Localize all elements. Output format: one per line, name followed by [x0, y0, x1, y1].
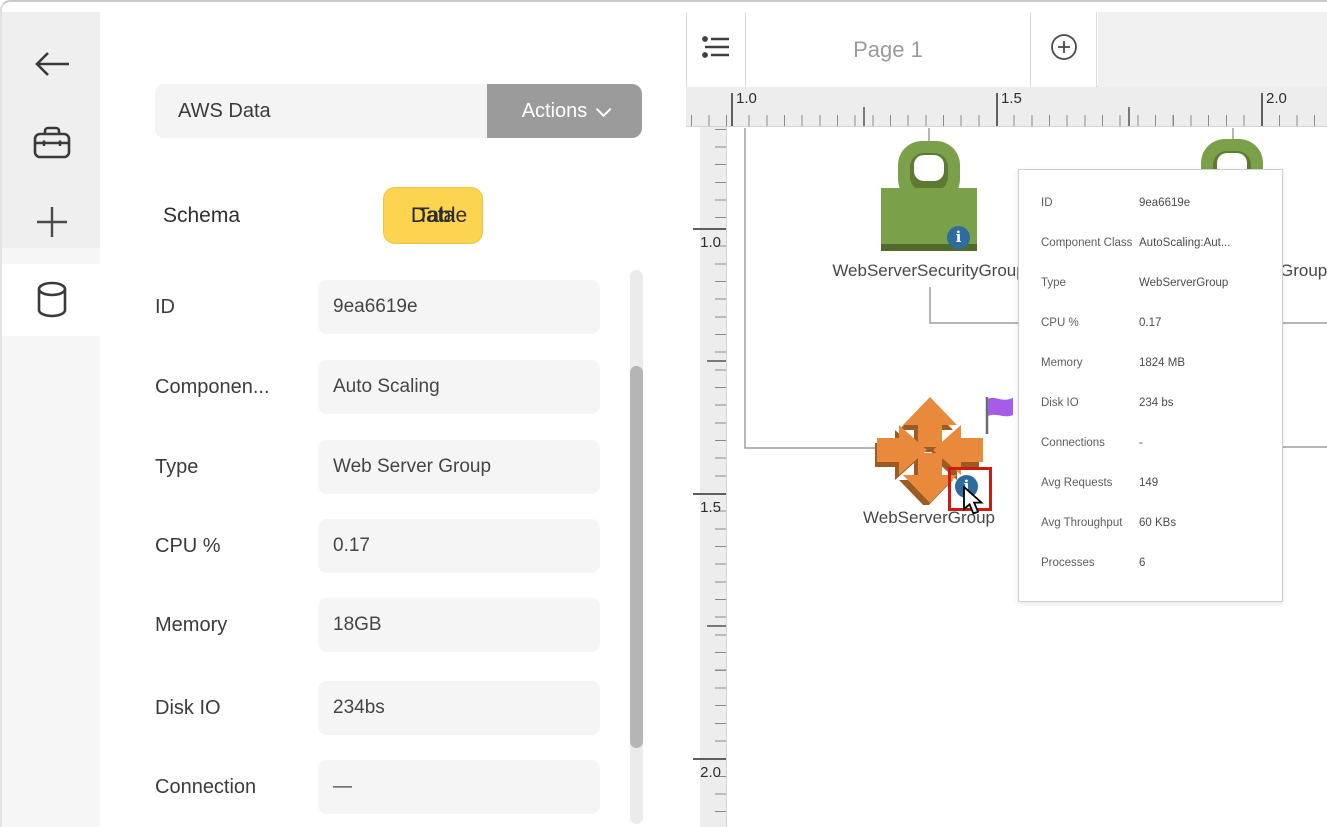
field-value-id[interactable]: 9ea6619e	[318, 280, 600, 334]
tooltip-row: ID9ea6619e	[1019, 183, 1282, 223]
field-value-component[interactable]: Auto Scaling	[318, 360, 600, 414]
field-value-cpu[interactable]: 0.17	[318, 519, 600, 573]
dataset-name-input[interactable]: AWS Data	[155, 84, 487, 138]
tooltip-row: Memory1824 MB	[1019, 343, 1282, 383]
tooltip-row: CPU %0.17	[1019, 303, 1282, 343]
toolbox-icon	[32, 124, 72, 160]
node-label-securitygroup-2: Group	[1280, 261, 1327, 281]
field-label-connection: Connection	[155, 760, 256, 814]
sidebar-item-add[interactable]	[2, 186, 102, 258]
field-label-diskio: Disk IO	[155, 681, 221, 735]
info-badge-securitygroup[interactable]: i	[947, 226, 970, 249]
data-panel: AWS Data Actions Schema Data Table ID 9e…	[100, 12, 686, 827]
arrow-left-icon	[33, 49, 71, 79]
tooltip-row: Avg Requests149	[1019, 463, 1282, 503]
tab-table[interactable]: Table	[417, 193, 467, 238]
field-label-memory: Memory	[155, 598, 227, 652]
panel-scrollbar[interactable]	[630, 270, 643, 824]
field-label-id: ID	[155, 280, 175, 334]
tooltip-row: Connections-	[1019, 423, 1282, 463]
field-value-connection[interactable]: —	[318, 760, 600, 814]
field-label-type: Type	[155, 440, 198, 494]
field-value-memory[interactable]: 18GB	[318, 598, 600, 652]
tooltip-row: Component ClassAutoScaling:Aut...	[1019, 223, 1282, 263]
app-window: { "window": { "top_bar": "" }, "sidebar"…	[0, 0, 1327, 827]
tab-schema[interactable]: Schema	[163, 193, 240, 238]
plus-icon	[35, 205, 69, 239]
field-value-type[interactable]: Web Server Group	[318, 440, 600, 494]
tooltip-row: Avg Throughput60 KBs	[1019, 503, 1282, 543]
sidebar-item-shapes[interactable]	[2, 106, 102, 178]
sidebar-item-back[interactable]	[2, 28, 102, 100]
field-label-cpu: CPU %	[155, 519, 221, 573]
window-top-border	[0, 0, 1327, 12]
node-data-tooltip: ID9ea6619e Component ClassAutoScaling:Au…	[1018, 169, 1283, 602]
canvas-area: Page 1 1.0 1.5 2.0 1.0 1.5 2.0	[686, 12, 1327, 827]
mouse-cursor	[962, 486, 986, 521]
tooltip-row: TypeWebServerGroup	[1019, 263, 1282, 303]
panel-scrollbar-thumb[interactable]	[630, 366, 643, 748]
icon-sidebar	[0, 12, 100, 827]
actions-button-label: Actions	[522, 100, 588, 123]
flag-icon	[982, 396, 1018, 441]
chevron-down-icon	[596, 101, 612, 117]
tooltip-row: Processes6	[1019, 543, 1282, 583]
field-value-diskio[interactable]: 234bs	[318, 681, 600, 735]
field-label-component: Componen...	[155, 360, 270, 414]
actions-button[interactable]: Actions	[487, 84, 642, 138]
tooltip-row: Disk IO234 bs	[1019, 383, 1282, 423]
sidebar-item-data[interactable]	[2, 264, 102, 336]
database-icon	[34, 280, 70, 320]
